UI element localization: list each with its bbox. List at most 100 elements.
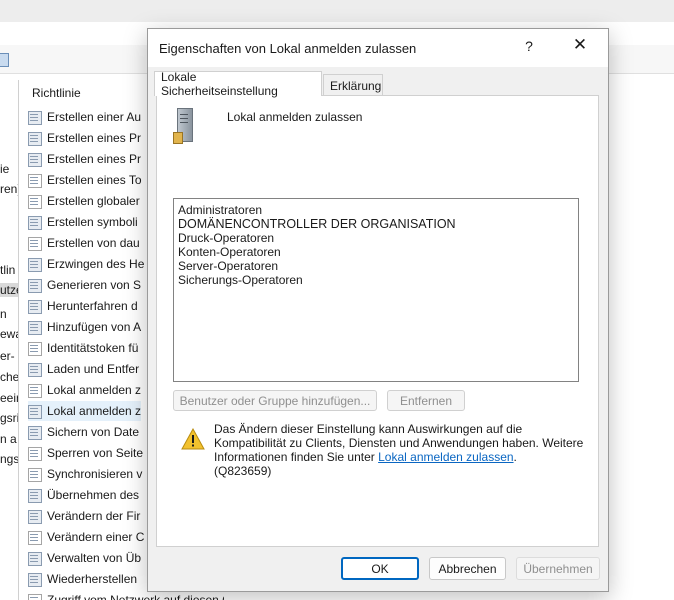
policy-label: Erstellen globaler xyxy=(47,194,140,208)
policy-row[interactable]: Verändern einer C xyxy=(28,527,144,547)
remove-button[interactable]: Entfernen xyxy=(387,390,465,411)
policy-row[interactable]: Erstellen eines Pr xyxy=(28,149,141,169)
policy-icon xyxy=(28,173,42,188)
policy-row[interactable]: Übernehmen des xyxy=(28,485,139,505)
policy-row[interactable]: Erstellen einer Au xyxy=(28,107,141,127)
policy-icon xyxy=(28,467,42,482)
policy-icon xyxy=(28,425,42,440)
policy-icon xyxy=(28,110,42,125)
tree-item-fragment[interactable]: gsri xyxy=(0,411,18,425)
policy-icon xyxy=(28,572,42,587)
tree-item-fragment[interactable]: ie xyxy=(0,162,18,176)
help-button[interactable]: ? xyxy=(517,38,541,54)
warning-icon xyxy=(181,428,205,450)
tree-item-fragment[interactable]: ewa xyxy=(0,327,18,341)
policy-label: Zugriff vom Netzwerk auf diesen Computer… xyxy=(47,593,224,600)
policy-label: Sichern von Date xyxy=(47,425,140,439)
policy-icon xyxy=(28,131,42,146)
policy-label: Verändern der Fir xyxy=(47,509,141,523)
policy-row[interactable]: Generieren von S xyxy=(28,275,141,295)
policy-row[interactable]: Erstellen eines To xyxy=(28,170,142,190)
policy-label: Erstellen einer Au xyxy=(47,110,142,124)
toolbar-list-icon[interactable] xyxy=(0,53,9,67)
member-item[interactable]: DOMÄNENCONTROLLER DER ORGANISATION xyxy=(178,217,456,231)
members-listbox[interactable]: Administratoren DOMÄNENCONTROLLER DER OR… xyxy=(173,198,579,382)
policy-label: Verändern einer C xyxy=(47,530,145,544)
policy-row[interactable]: Lokal anmelden z xyxy=(28,380,141,400)
policy-label: Erstellen eines Pr xyxy=(47,131,142,145)
policy-label: Synchronisieren v xyxy=(47,467,143,481)
policy-icon xyxy=(28,257,42,272)
add-user-or-group-button[interactable]: Benutzer oder Gruppe hinzufügen... xyxy=(173,390,377,411)
policy-row[interactable]: Lokal anmelden z xyxy=(28,401,142,421)
tree-item-fragment[interactable]: ngs xyxy=(0,452,18,466)
policy-row[interactable]: Identitätstoken fü xyxy=(28,338,138,358)
policy-icon xyxy=(28,236,42,251)
policy-row[interactable]: Wiederherstellen xyxy=(28,569,137,589)
policy-label: Erzwingen des He xyxy=(47,257,145,271)
policy-row[interactable]: Synchronisieren v xyxy=(28,464,142,484)
policy-label: Lokal anmelden z xyxy=(47,404,142,418)
policy-icon xyxy=(28,362,42,377)
cancel-button[interactable]: Abbrechen xyxy=(429,557,506,580)
tree-item-fragment[interactable]: n xyxy=(0,307,18,321)
tree-item-fragment[interactable]: n a xyxy=(0,432,18,446)
policy-icon xyxy=(28,152,42,167)
policy-label: Übernehmen des xyxy=(47,488,140,502)
tree-item-fragment[interactable]: che xyxy=(0,370,18,384)
policy-icon xyxy=(28,488,42,503)
tab-local-security-setting[interactable]: Lokale Sicherheitseinstellung xyxy=(154,70,322,98)
policy-help-link[interactable]: Lokal anmelden zulassen xyxy=(378,450,513,464)
tree-item-fragment[interactable]: tlin xyxy=(0,263,18,277)
properties-dialog: Eigenschaften von Lokal anmelden zulasse… xyxy=(147,28,609,592)
member-item[interactable]: Server-Operatoren xyxy=(178,259,278,273)
tree-item-fragment[interactable]: eeir xyxy=(0,391,18,405)
member-item[interactable]: Sicherungs-Operatoren xyxy=(178,273,303,287)
policy-row[interactable]: Erstellen globaler xyxy=(28,191,140,211)
ok-button[interactable]: OK xyxy=(341,557,419,580)
policy-row[interactable]: Erzwingen des He xyxy=(28,254,144,274)
policy-label: Sperren von Seite xyxy=(47,446,144,460)
policy-icon xyxy=(28,593,42,600)
policy-row[interactable]: Herunterfahren d xyxy=(28,296,138,316)
policy-icon xyxy=(28,404,42,419)
mmc-title-bar xyxy=(0,0,674,22)
tab-explanation[interactable]: Erklärung xyxy=(323,74,383,96)
member-item[interactable]: Druck-Operatoren xyxy=(178,231,274,245)
policy-label: Identitätstoken fü xyxy=(47,341,139,355)
policy-icon xyxy=(28,551,42,566)
policy-label: Erstellen eines Pr xyxy=(47,152,142,166)
server-icon xyxy=(173,108,193,144)
policy-row[interactable]: Hinzufügen von A xyxy=(28,317,141,337)
policy-row[interactable]: Laden und Entfer xyxy=(28,359,139,379)
policy-icon xyxy=(28,215,42,230)
member-item[interactable]: Administratoren xyxy=(178,203,262,217)
apply-button[interactable]: Übernehmen xyxy=(516,557,600,580)
policy-label: Erstellen von dau xyxy=(47,236,140,250)
policy-icon xyxy=(28,530,42,545)
policy-row[interactable]: Verändern der Fir xyxy=(28,506,140,526)
member-item[interactable]: Konten-Operatoren xyxy=(178,245,281,259)
tab-panel: Lokal anmelden zulassen Administratoren … xyxy=(156,95,599,547)
policy-icon xyxy=(28,341,42,356)
policy-icon xyxy=(28,509,42,524)
policy-row[interactable]: Erstellen von dau xyxy=(28,233,140,253)
policy-row[interactable]: Erstellen symboli xyxy=(28,212,138,232)
policy-icon xyxy=(28,194,42,209)
policy-icon xyxy=(28,446,42,461)
policy-row[interactable]: Verwalten von Üb xyxy=(28,548,141,568)
policy-row[interactable]: Erstellen eines Pr xyxy=(28,128,141,148)
policy-row[interactable]: Sperren von Seite xyxy=(28,443,143,463)
tree-item-fragment[interactable]: er- xyxy=(0,349,18,363)
close-button[interactable]: ✕ xyxy=(568,35,592,55)
policy-row[interactable]: Sichern von Date xyxy=(28,422,139,442)
column-header-policy[interactable]: Richtlinie xyxy=(32,86,81,100)
tree-item-fragment[interactable]: utze xyxy=(0,283,18,297)
policy-label: Hinzufügen von A xyxy=(47,320,142,334)
kb-reference: (Q823659) xyxy=(214,464,272,478)
tree-pane[interactable]: ie ren) tlin utze n ewa er-che eeir gsri n a ngs xyxy=(0,80,19,600)
tree-item-fragment[interactable]: ren) xyxy=(0,182,18,196)
policy-label: Herunterfahren d xyxy=(47,299,138,313)
policy-label: Laden und Entfer xyxy=(47,362,140,376)
warning-message: Das Ändern dieser Einstellung kann Auswi… xyxy=(214,422,584,478)
